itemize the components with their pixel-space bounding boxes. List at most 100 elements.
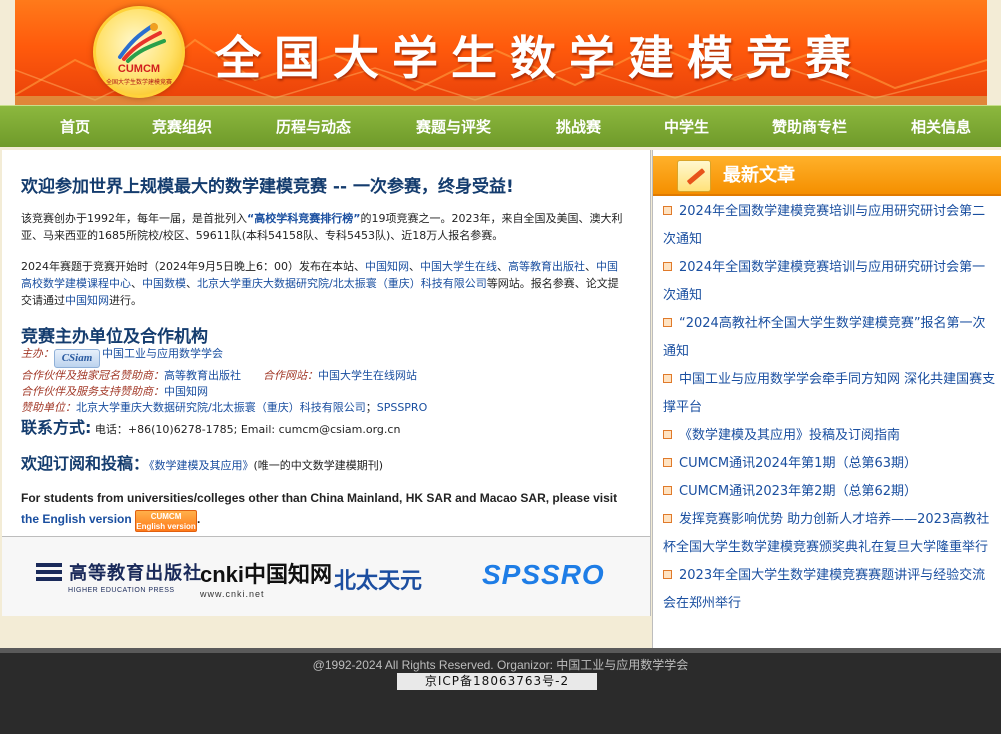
article-item[interactable]: 2023年全国大学生数学建模竞赛赛题讲评与经验交流会在郑州举行 — [663, 562, 998, 618]
english-version-link[interactable]: the English version — [21, 512, 132, 526]
article-title: CUMCM通讯2023年第2期（总第62期） — [679, 484, 917, 499]
article-title: 2023年全国大学生数学建模竞赛赛题讲评与经验交流会在郑州举行 — [663, 568, 986, 611]
bullet-square-icon — [663, 206, 672, 215]
article-item[interactable]: 中国工业与应用数学学会牵手同方知网 深化共建国赛支撑平台 — [663, 366, 998, 422]
service-row: 合作伙伴及服务支持赞助商：中国知网 — [21, 384, 208, 400]
sidebar-title: 最新文章 — [723, 165, 795, 186]
sponsor-label: 赞助单位： — [21, 401, 76, 414]
service-label: 合作伙伴及服务支持赞助商： — [21, 385, 164, 398]
logo-text: CUMCM — [117, 63, 161, 75]
link-china-mcm[interactable]: 中国数模 — [142, 277, 186, 290]
article-title: 《数学建模及其应用》投稿及订阅指南 — [679, 428, 901, 443]
sponsor-link-pku[interactable]: 北京大学重庆大数据研究院/北太振寰（重庆）科技有限公司 — [76, 401, 366, 414]
article-item[interactable]: 2024年全国数学建模竞赛培训与应用研究研讨会第二次通知 — [663, 198, 998, 254]
ranking-link[interactable]: “高校学科竞赛排行榜” — [247, 212, 360, 225]
csiam-logo[interactable]: CSiam — [54, 349, 100, 368]
hep-book-icon — [36, 563, 62, 581]
contact-heading: 联系方式: — [21, 418, 92, 437]
contact-row: 联系方式: 电话：+86(10)6278-1785; Email: cumcm@… — [21, 420, 400, 438]
page: CUMCM 全国大学生数学建模竞赛 全国大学生数学建模竞赛 首页 竞赛组织 历程… — [0, 0, 1001, 734]
welcome-headline: 欢迎参加世界上规模最大的数学建模竞赛 -- 一次参赛，终身受益! — [21, 177, 514, 197]
subscribe-heading: 欢迎订阅和投稿： — [21, 454, 150, 473]
logo-ring-text: 全国大学生数学建模竞赛 — [105, 79, 172, 86]
main-content: 欢迎参加世界上规模最大的数学建模竞赛 -- 一次参赛，终身受益! 该竞赛创办于1… — [2, 150, 651, 536]
nav-item-related[interactable]: 相关信息 — [911, 106, 971, 148]
subscribe-row: 欢迎订阅和投稿：《数学建模及其应用》(唯一的中文数学建模期刊) — [21, 456, 383, 474]
cumcm-logo[interactable]: CUMCM 全国大学生数学建模竞赛 — [93, 6, 185, 98]
schedule-separator: 、 — [496, 260, 508, 273]
nav-item-organization[interactable]: 竞赛组织 — [152, 106, 212, 148]
bullet-square-icon — [663, 486, 672, 495]
nav-item-problems[interactable]: 赛题与评奖 — [416, 106, 491, 148]
article-item[interactable]: 2024年全国数学建模竞赛培训与应用研究研讨会第一次通知 — [663, 254, 998, 310]
service-link[interactable]: 中国知网 — [164, 385, 208, 398]
spss-name: SPSSRO — [482, 559, 605, 590]
article-list: 2024年全国数学建模竞赛培训与应用研究研讨会第二次通知 2024年全国数学建模… — [663, 198, 998, 618]
sidebar-header: 最新文章 — [653, 156, 1001, 196]
sponsor-spss-logo[interactable]: SPSSRO — [482, 559, 605, 599]
site-banner: CUMCM 全国大学生数学建模竞赛 全国大学生数学建模竞赛 — [15, 0, 987, 105]
journal-link[interactable]: 《数学建模及其应用》 — [149, 459, 254, 472]
cnki-url: www.cnki.net — [200, 589, 265, 599]
english-version-badge[interactable]: CUMCM English version — [135, 510, 198, 532]
copyright-text: @1992-2024 All Rights Reserved. Organizo… — [312, 658, 689, 672]
bullet-square-icon — [663, 430, 672, 439]
link-cnki-submit[interactable]: 中国知网 — [65, 294, 109, 307]
pencil-note-icon — [677, 160, 711, 192]
schedule-paragraph: 2024年赛题于竞赛开始时（2024年9月5日晚上6：00）发布在本站、中国知网… — [21, 258, 626, 309]
article-title: 2024年全国数学建模竞赛培训与应用研究研讨会第二次通知 — [663, 204, 986, 247]
bullet-square-icon — [663, 570, 672, 579]
article-item[interactable]: “2024高教社杯全国大学生数学建模竞赛”报名第一次通知 — [663, 310, 998, 366]
icp-license-link[interactable]: 京ICP备18063763号-2 — [397, 673, 597, 690]
link-pku-bigdata[interactable]: 北京大学重庆大数据研究院/北太振寰（重庆）科技有限公司 — [197, 277, 487, 290]
link-univs-online[interactable]: 中国大学生在线 — [420, 260, 497, 273]
article-title: “2024高教社杯全国大学生数学建模竞赛”报名第一次通知 — [663, 316, 986, 359]
article-item[interactable]: 《数学建模及其应用》投稿及订阅指南 — [663, 422, 998, 450]
nav-item-history[interactable]: 历程与动态 — [276, 106, 351, 148]
article-item[interactable]: CUMCM通讯2023年第2期（总第62期） — [663, 478, 998, 506]
sponsor-pku-logo[interactable]: 北太天元 — [334, 563, 422, 603]
english-tail: . — [197, 512, 201, 526]
article-title: 中国工业与应用数学学会牵手同方知网 深化共建国赛支撑平台 — [663, 372, 996, 415]
organizers-heading: 竞赛主办单位及合作机构 — [21, 327, 208, 347]
schedule-separator: 、 — [408, 260, 420, 273]
link-cnki[interactable]: 中国知网 — [365, 260, 409, 273]
sponsor-row: 赞助单位：北京大学重庆大数据研究院/北太振寰（重庆）科技有限公司；SPSSPRO — [21, 400, 427, 416]
english-notice: For students from universities/colleges … — [21, 491, 618, 505]
nav-item-sponsors[interactable]: 赞助商专栏 — [772, 106, 847, 148]
hep-name: 高等教育出版社 — [69, 563, 203, 584]
schedule-text-c: 进行。 — [109, 294, 142, 307]
site-title: 全国大学生数学建模竞赛 — [215, 31, 864, 85]
contact-text: 电话：+86(10)6278-1785; Email: cumcm@csiam.… — [91, 423, 401, 436]
hep-english: HIGHER EDUCATION PRESS — [68, 587, 175, 594]
partner-link[interactable]: 高等教育出版社 — [164, 369, 241, 382]
subscribe-text: (唯一的中文数学建模期刊) — [253, 459, 384, 472]
link-hep[interactable]: 高等教育出版社 — [508, 260, 585, 273]
bullet-square-icon — [663, 262, 672, 271]
nav-item-challenge[interactable]: 挑战赛 — [556, 106, 601, 148]
website-link[interactable]: 中国大学生在线网站 — [318, 369, 417, 382]
sponsor-link-spsspro[interactable]: SPSSPRO — [377, 401, 428, 414]
partner-label: 合作伙伴及独家冠名赞助商： — [21, 369, 164, 382]
main-nav: 首页 竞赛组织 历程与动态 赛题与评奖 挑战赛 中学生 赞助商专栏 相关信息 — [0, 105, 1001, 147]
latest-articles-sidebar: 最新文章 2024年全国数学建模竞赛培训与应用研究研讨会第二次通知 2024年全… — [652, 150, 1001, 648]
host-label: 主办： — [21, 347, 54, 360]
article-item[interactable]: 发挥竞赛影响优势 助力创新人才培养——2023高教社杯全国大学生数学建模竞赛颁奖… — [663, 506, 998, 562]
sponsor-cnki-logo[interactable]: cnki中国知网 www.cnki.net — [200, 557, 333, 599]
bullet-square-icon — [663, 318, 672, 327]
cnki-name: cnki中国知网 — [200, 562, 333, 587]
bullet-square-icon — [663, 458, 672, 467]
host-link[interactable]: 中国工业与应用数学学会 — [102, 347, 223, 360]
schedule-text-a: 2024年赛题于竞赛开始时（2024年9月5日晚上6：00）发布在本站、 — [21, 260, 365, 273]
article-title: 2024年全国数学建模竞赛培训与应用研究研讨会第一次通知 — [663, 260, 986, 303]
article-item[interactable]: CUMCM通讯2024年第1期（总第63期） — [663, 450, 998, 478]
bullet-square-icon — [663, 514, 672, 523]
bullet-square-icon — [663, 374, 672, 383]
schedule-separator: 、 — [131, 277, 142, 290]
nav-item-high-school[interactable]: 中学生 — [664, 106, 709, 148]
logo-figure-icon — [118, 23, 166, 63]
nav-item-home[interactable]: 首页 — [60, 106, 90, 148]
sponsor-hep-logo[interactable]: 高等教育出版社 HIGHER EDUCATION PRESS — [34, 557, 202, 597]
intro-paragraph: 该竞赛创办于1992年，每年一届，是首批列入“高校学科竞赛排行榜”的19项竞赛之… — [21, 210, 626, 244]
badge-line-1: CUMCM — [150, 512, 182, 521]
